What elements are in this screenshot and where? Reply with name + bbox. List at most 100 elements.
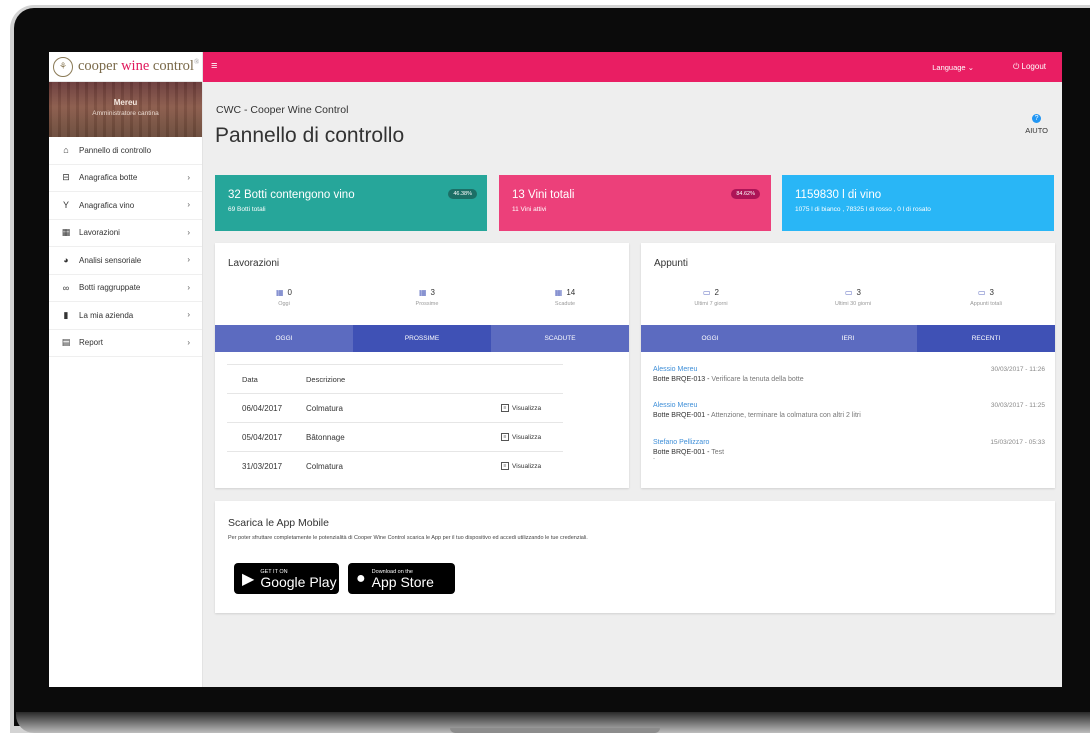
lavorazioni-table: Data Descrizione 06/04/2017 Colmatura ≡ V… <box>227 364 563 480</box>
document-icon: ≡ <box>501 462 509 470</box>
card-title: Appunti <box>654 258 688 269</box>
help-button[interactable]: ? AIUTO <box>1025 114 1048 135</box>
chevron-right-icon: › <box>187 310 190 319</box>
language-dropdown[interactable]: Language ⌄ <box>932 63 974 72</box>
logout-button[interactable]: ⏻ Logout <box>1013 62 1046 72</box>
appunti-tabs: OGGI IERI RECENTI <box>641 325 1055 352</box>
stat-subtitle: 69 Botti totali <box>228 206 266 213</box>
sidebar-item-report[interactable]: ▤ Report › <box>49 330 202 357</box>
wine-glass-icon: Y <box>62 200 69 211</box>
sidebar-item-grouped-barrels[interactable]: ∞ Botti raggruppate › <box>49 275 202 302</box>
sidebar-item-sensory[interactable]: ◕ Analisi sensoriale › <box>49 247 202 275</box>
chevron-right-icon: › <box>187 282 190 292</box>
note-icon: ▭ <box>844 288 853 297</box>
note-author-link[interactable]: Alessio Mereu <box>653 366 1045 373</box>
list-item: Stefano Pellizzaro Botte BRQE-001 - Test… <box>653 439 1045 462</box>
help-icon: ? <box>1032 114 1042 123</box>
lavorazioni-tabs: OGGI PROSSIME SCADUTE <box>215 325 629 352</box>
sidebar-item-barrels[interactable]: ⊟ Anagrafica botte › <box>49 165 202 192</box>
tab-oggi[interactable]: OGGI <box>641 325 779 352</box>
tab-recenti[interactable]: RECENTI <box>917 325 1055 352</box>
brand-logo-bar[interactable]: ⚘ cooper wine control® <box>49 52 202 82</box>
table-header: Data Descrizione <box>227 364 563 393</box>
view-button[interactable]: ≡ Visualizza <box>501 404 541 412</box>
document-icon: ≡ <box>501 433 509 441</box>
view-button[interactable]: ≡ Visualizza <box>501 462 541 470</box>
note-author-link[interactable]: Stefano Pellizzaro <box>653 439 1045 446</box>
counter-upcoming: ▦ 3 Prossime <box>415 288 439 307</box>
counter-expired: ▦ 14 Scadute <box>554 288 576 307</box>
building-icon: ▮ <box>63 309 69 320</box>
list-item: Alessio Mereu Botte BRQE-013 - Verificar… <box>653 366 1045 383</box>
breadcrumb: CWC - Cooper Wine Control <box>216 104 349 116</box>
note-date: 30/03/2017 - 11:25 <box>990 402 1045 409</box>
counter-total-notes: ▭ 3 Appunti totali <box>970 288 1002 307</box>
card-description: Per poter sfruttare completamente le pot… <box>228 535 588 541</box>
tab-oggi[interactable]: OGGI <box>215 325 353 352</box>
sidebar-item-label: Anagrafica vino <box>79 200 135 210</box>
mobile-apps-card: Scarica le App Mobile Per poter sfruttar… <box>215 501 1055 613</box>
sidebar-item-dashboard[interactable]: ⌂ Pannello di controllo <box>49 137 202 165</box>
list-item: Alessio Mereu Botte BRQE-001 - Attenzion… <box>653 402 1045 419</box>
report-icon: ▤ <box>61 337 71 348</box>
table-row: 05/04/2017 Bâtonnage ≡ Visualizza <box>227 422 563 451</box>
note-date: 30/03/2017 - 11:26 <box>990 366 1045 373</box>
brand-name: cooper wine control® <box>78 58 200 74</box>
counter-last-30-days: ▭ 3 Ultimi 30 giorni <box>834 288 872 307</box>
sidebar: ⚘ cooper wine control® Mereu Amministrat… <box>49 52 203 687</box>
calendar-icon: ▦ <box>554 288 563 297</box>
profile-role: Amministratore cantina <box>92 110 159 117</box>
google-play-button[interactable]: ▶ GET IT ON Google Play <box>234 563 339 594</box>
tab-ieri[interactable]: IERI <box>779 325 917 352</box>
table-row: 06/04/2017 Colmatura ≡ Visualizza <box>227 393 563 422</box>
document-icon: ≡ <box>501 404 509 412</box>
sidebar-item-label: Report <box>79 338 104 348</box>
laptop-notch <box>450 728 660 733</box>
stat-wine-liters: 1159830 l di vino 1075 l di bianco , 783… <box>782 175 1054 231</box>
top-bar: ≡ Language ⌄ ⏻ Logout <box>203 52 1062 82</box>
pie-chart-icon: ◕ <box>63 255 69 266</box>
hamburger-menu-icon[interactable]: ≡ <box>211 60 217 72</box>
page-title: Pannello di controllo <box>215 124 405 147</box>
stat-subtitle: 11 Vini attivi <box>512 206 547 213</box>
sidebar-item-operations[interactable]: ▦ Lavorazioni › <box>49 220 202 247</box>
stat-badge: 46.38% <box>448 189 477 199</box>
column-header: Data <box>242 374 258 384</box>
tab-scadute[interactable]: SCADUTE <box>491 325 629 352</box>
counter-today: ▦ 0 Oggi <box>275 288 292 307</box>
chevron-right-icon: › <box>187 172 190 182</box>
note-author-link[interactable]: Alessio Mereu <box>653 402 1045 409</box>
table-row: 31/03/2017 Colmatura ≡ Visualizza <box>227 451 563 480</box>
stat-subtitle: 1075 l di bianco , 78325 l di rosso , 0 … <box>795 206 931 213</box>
sidebar-item-label: Anagrafica botte <box>79 173 138 183</box>
card-title: Scarica le App Mobile <box>228 517 329 529</box>
calendar-icon: ▦ <box>61 227 71 238</box>
chevron-down-icon: ⌄ <box>967 63 974 72</box>
google-play-icon: ▶ <box>242 570 255 588</box>
chevron-right-icon: › <box>187 337 190 347</box>
card-title: Lavorazioni <box>228 258 280 269</box>
note-icon: ▭ <box>702 288 711 297</box>
sidebar-item-wines[interactable]: Y Anagrafica vino › <box>49 192 202 220</box>
calendar-icon: ▦ <box>275 288 284 297</box>
app-store-button[interactable]: ● Download on the App Store <box>348 563 455 594</box>
counter-last-7-days: ▭ 2 Ultimi 7 giorni <box>694 288 728 307</box>
cooper-logo-icon: ⚘ <box>53 56 73 77</box>
power-icon: ⏻ <box>1012 62 1020 71</box>
apple-icon: ● <box>356 569 366 587</box>
view-button[interactable]: ≡ Visualizza <box>501 433 541 441</box>
barrel-icon: ⊟ <box>62 172 70 183</box>
chevron-right-icon: › <box>187 200 190 209</box>
appunti-card: Appunti ▭ 2 Ultimi 7 giorni ▭ 3 Ultimi 30 … <box>641 243 1055 488</box>
calendar-icon: ▦ <box>418 288 427 297</box>
stat-barrels-with-wine: 32 Botti contengono vino 69 Botti totali… <box>215 175 487 231</box>
home-icon: ⌂ <box>63 145 69 156</box>
chevron-right-icon: › <box>187 227 190 237</box>
sidebar-item-label: Pannello di controllo <box>79 145 152 155</box>
sidebar-item-label: Analisi sensoriale <box>79 255 142 265</box>
app-screen: ⚘ cooper wine control® Mereu Amministrat… <box>49 52 1062 687</box>
user-profile-banner: Mereu Amministratore cantina <box>49 82 202 137</box>
tab-prossime[interactable]: PROSSIME <box>353 325 491 352</box>
sidebar-item-company[interactable]: ▮ La mia azienda › <box>49 302 202 330</box>
stat-badge: 84.62% <box>731 189 760 199</box>
